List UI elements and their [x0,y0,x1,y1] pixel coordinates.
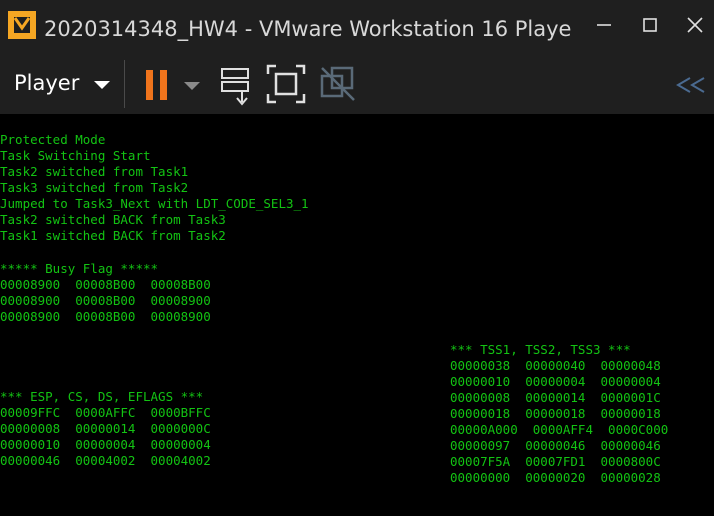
tss-row: 00000097 00000046 00000046 [450,438,661,453]
regs-row: 00009FFC 0000AFFC 0000BFFC [0,405,211,420]
console-line: Task2 switched from Task1 [0,164,189,179]
console-line: Protected Mode [0,132,106,147]
fullscreen-icon[interactable] [264,60,308,108]
player-menu-button[interactable]: Player [0,61,118,107]
regs-row: 00000010 00000004 00000004 [0,437,211,452]
busy-flag-row: 00008900 00008B00 00008B00 [0,277,211,292]
chevron-down-icon [94,81,110,89]
toolbar: Player [0,56,714,114]
title-bar: 2020314348_HW4 - VMware Workstation 16 P… [0,0,714,56]
regs-row: 00000008 00000014 0000000C [0,421,211,436]
maximize-icon[interactable] [635,10,665,40]
regs-row: 00000046 00004002 00004002 [0,453,211,468]
double-chevron-left-icon[interactable] [672,60,710,108]
unity-disabled-icon[interactable] [316,60,360,108]
pause-button[interactable] [140,60,206,108]
close-icon[interactable] [680,10,710,40]
window-title: 2020314348_HW4 - VMware Workstation 16 P… [44,17,572,41]
tss-row: 00007F5A 00007FD1 0000800C [450,454,661,469]
player-menu-label: Player [14,71,80,95]
busy-flag-header: ***** Busy Flag ***** [0,261,159,276]
console-line: Task2 switched BACK from Task3 [0,212,226,227]
chevron-down-icon [184,82,200,90]
tss-row: 00000018 00000018 00000018 [450,406,661,421]
tss-row: 00000A000 0000AFF4 0000C000 [450,422,669,437]
regs-header: *** ESP, CS, DS, EFLAGS *** [0,389,204,404]
vmware-app-icon [8,11,36,39]
console-line: Task3 switched from Task2 [0,180,189,195]
console-line: Task1 switched BACK from Task2 [0,228,226,243]
vm-console-screen[interactable]: Protected Mode Task Switching Start Task… [0,114,714,516]
tss-row: 00000008 00000014 0000001C [450,390,661,405]
minimize-icon[interactable] [589,10,619,40]
console-line: Task Switching Start [0,148,151,163]
console-line: Jumped to Task3_Next with LDT_CODE_SEL3_… [0,196,309,211]
tss-header: *** TSS1, TSS2, TSS3 *** [450,342,631,357]
tss-row: 00000010 00000004 00000004 [450,374,661,389]
send-ctrl-alt-del-icon[interactable] [216,60,256,108]
tss-row: 00000038 00000040 00000048 [450,358,661,373]
tss-row: 00000000 00000020 00000028 [450,470,661,485]
pause-icon [146,70,167,100]
toolbar-divider [124,60,125,108]
busy-flag-row: 00008900 00008B00 00008900 [0,293,211,308]
busy-flag-row: 00008900 00008B00 00008900 [0,309,211,324]
